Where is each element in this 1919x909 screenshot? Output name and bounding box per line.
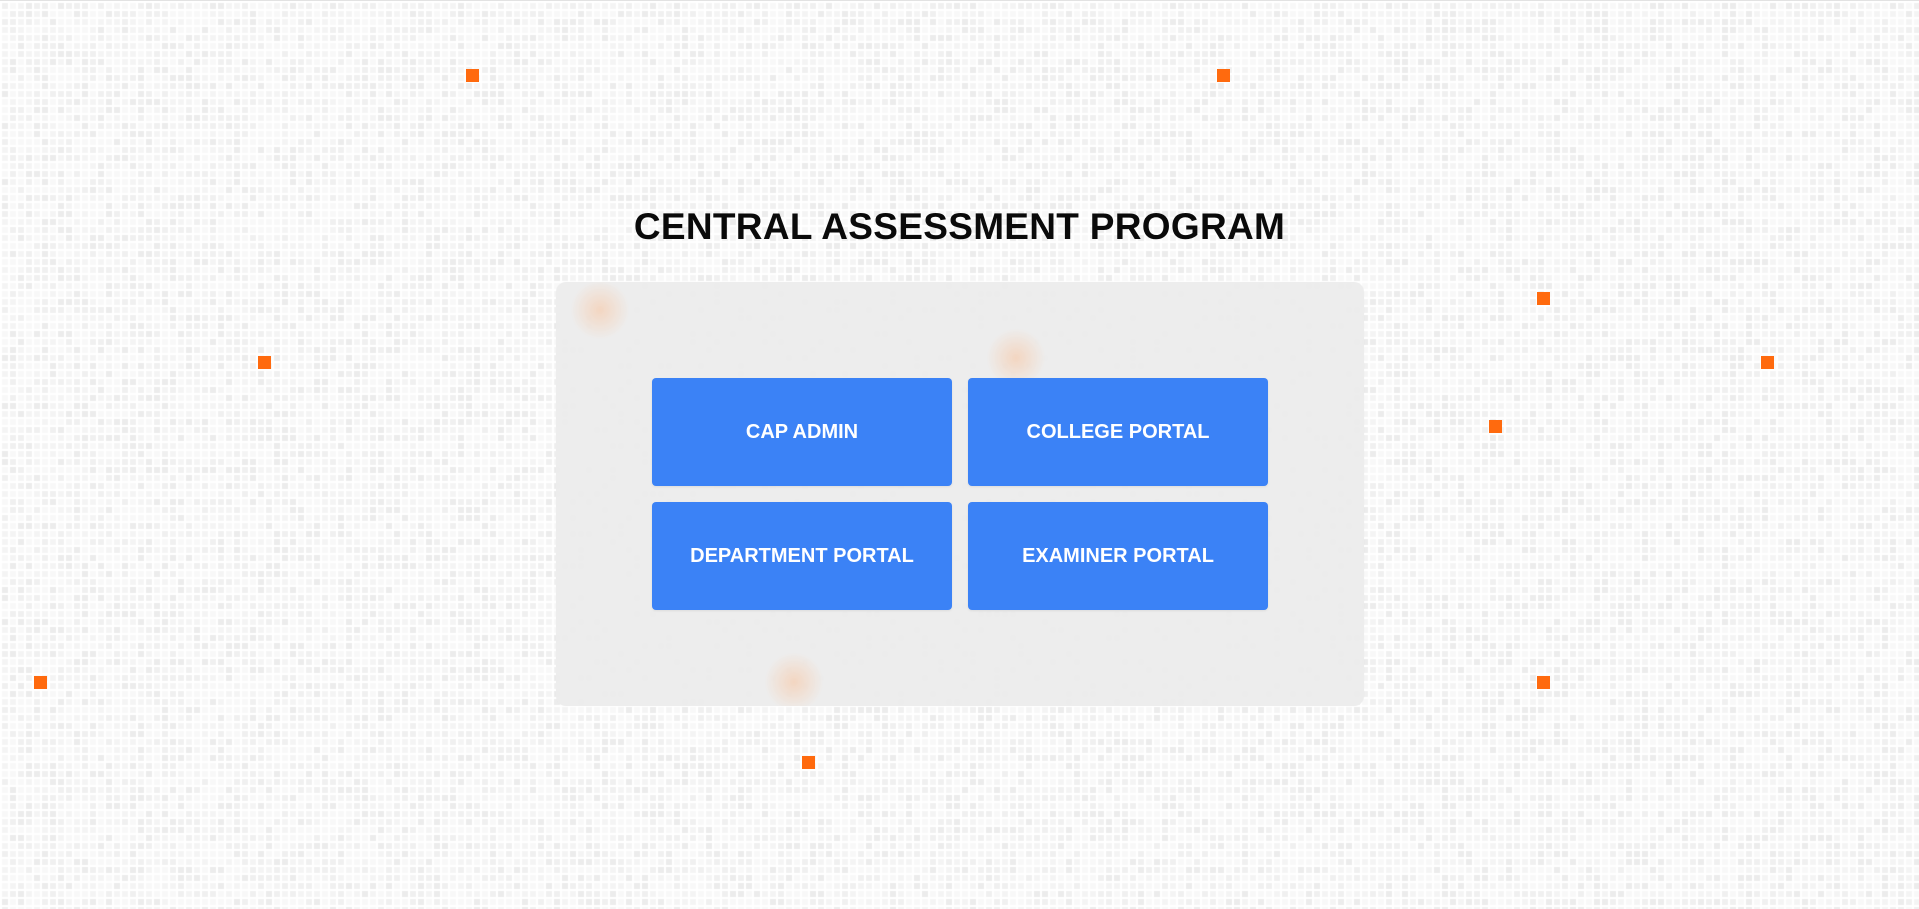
examiner-portal-button[interactable]: EXAMINER PORTAL	[968, 502, 1268, 610]
panel-glow	[570, 282, 630, 340]
page-title: CENTRAL ASSESSMENT PROGRAM	[633, 206, 1286, 247]
accent-square	[34, 676, 47, 689]
college-portal-button[interactable]: COLLEGE PORTAL	[968, 378, 1268, 486]
accent-square	[466, 69, 479, 82]
accent-square	[1761, 356, 1774, 369]
panel-glow	[764, 652, 824, 706]
department-portal-button[interactable]: DEPARTMENT PORTAL	[652, 502, 952, 610]
accent-square	[1537, 676, 1550, 689]
landing-page: CENTRAL ASSESSMENT PROGRAM CAP ADMIN COL…	[0, 0, 1919, 909]
portal-button-grid: CAP ADMIN COLLEGE PORTAL DEPARTMENT PORT…	[652, 378, 1268, 610]
accent-square	[1489, 420, 1502, 433]
accent-square	[1537, 292, 1550, 305]
accent-square	[802, 756, 815, 769]
cap-admin-button[interactable]: CAP ADMIN	[652, 378, 952, 486]
portal-panel: CAP ADMIN COLLEGE PORTAL DEPARTMENT PORT…	[556, 282, 1364, 706]
accent-square	[1217, 69, 1230, 82]
accent-square	[258, 356, 271, 369]
